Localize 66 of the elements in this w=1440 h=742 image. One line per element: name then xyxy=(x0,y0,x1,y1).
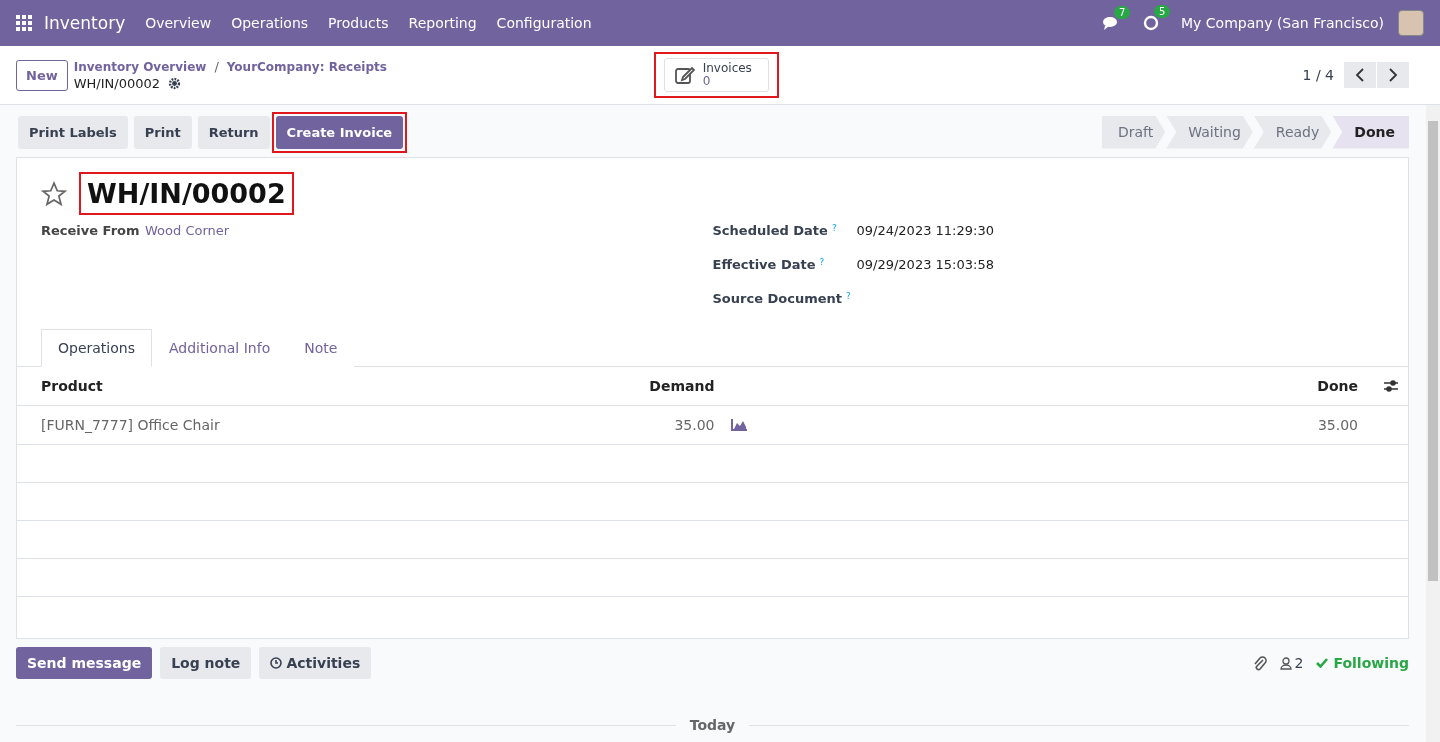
chatter-button[interactable]: Activities xyxy=(259,647,372,679)
table-cell-text: 35.00 xyxy=(1316,417,1358,433)
status-step[interactable]: Done xyxy=(1332,115,1409,149)
clock-icon xyxy=(270,657,283,669)
help-tooltip[interactable]: ? xyxy=(846,291,851,306)
smart-button-count: 0 xyxy=(702,75,711,88)
menu-item[interactable]: Reporting xyxy=(398,15,487,31)
field-value: 09/29/2023 15:03:58 xyxy=(856,257,994,272)
status-step[interactable]: Waiting xyxy=(1166,115,1253,149)
column-settings-icon[interactable] xyxy=(1384,380,1398,392)
notebook-tab[interactable]: Operations xyxy=(41,329,152,367)
column-header[interactable]: Product xyxy=(41,378,625,394)
status-step[interactable]: Ready xyxy=(1253,115,1332,149)
paperclip-icon[interactable] xyxy=(1252,655,1267,671)
partner-link[interactable]: Wood Corner xyxy=(145,223,230,238)
following-button[interactable]: Following xyxy=(1316,655,1409,671)
next-button[interactable] xyxy=(1377,62,1409,88)
check-icon xyxy=(1316,658,1329,668)
record-title: WH/IN/00002 xyxy=(79,172,294,215)
status-step[interactable]: Draft xyxy=(1101,115,1166,149)
field-label: Effective Date xyxy=(712,257,816,272)
user-icon xyxy=(1279,656,1292,670)
chevron-left-icon xyxy=(1355,68,1365,82)
pager-value: 1 / 4 xyxy=(1302,67,1334,83)
field-label: Scheduled Date xyxy=(712,223,828,238)
action-button[interactable]: Print Labels xyxy=(18,115,128,149)
company-name[interactable]: My Company (San Francisco) xyxy=(1181,15,1384,31)
help-tooltip[interactable]: ? xyxy=(819,257,825,272)
message-count-badge: 7 xyxy=(1114,5,1131,19)
column-header[interactable]: Done xyxy=(774,378,1358,394)
smart-button-label: Invoices xyxy=(702,62,752,75)
breadcrumb-link[interactable]: YourCompany: Receipts xyxy=(226,59,387,74)
edit-icon xyxy=(674,66,695,84)
menu-item[interactable]: Operations xyxy=(221,15,319,31)
invoices-smart-button[interactable]: Invoices 0 xyxy=(663,58,769,92)
menu-item[interactable]: Products xyxy=(318,15,399,31)
clock-icon[interactable] xyxy=(1143,15,1160,31)
star-icon[interactable] xyxy=(41,180,67,207)
forecast-chart-icon[interactable] xyxy=(730,419,747,431)
menu-item[interactable]: Configuration xyxy=(486,15,602,31)
date-divider-label: Today xyxy=(689,717,736,733)
chevron-right-icon xyxy=(1388,68,1398,82)
help-tooltip[interactable]: ? xyxy=(831,223,837,238)
record-name: WH/IN/00002 xyxy=(73,76,161,91)
action-button[interactable]: Create Invoice xyxy=(275,115,404,149)
breadcrumb-link[interactable]: Inventory Overview xyxy=(73,59,207,74)
table-cell-text: 35.00 xyxy=(673,417,715,433)
followers-button[interactable]: 2 xyxy=(1279,655,1304,671)
chatter-button[interactable]: Log note xyxy=(160,647,252,679)
field-label: Receive From xyxy=(41,223,141,238)
app-name[interactable]: Inventory xyxy=(44,13,126,33)
previous-button[interactable] xyxy=(1344,62,1376,88)
field-label: Source Document xyxy=(712,291,843,306)
breadcrumb-separator: / xyxy=(214,59,219,74)
activity-count-badge: 5 xyxy=(1154,5,1171,18)
menu-item[interactable]: Overview xyxy=(135,15,222,31)
action-button[interactable]: Print xyxy=(133,115,192,149)
field-value: 09/24/2023 11:29:30 xyxy=(856,223,994,238)
settings-icon[interactable] xyxy=(168,77,182,90)
table-cell-text: [FURN_7777] Office Chair xyxy=(41,417,221,433)
action-button[interactable]: Return xyxy=(197,115,270,149)
scrollbar[interactable] xyxy=(1426,105,1440,742)
column-header[interactable]: Demand xyxy=(624,378,715,394)
chatter-button[interactable]: Send message xyxy=(16,647,153,679)
app-grid-icon[interactable] xyxy=(16,15,32,31)
new-button[interactable]: New xyxy=(16,59,68,91)
